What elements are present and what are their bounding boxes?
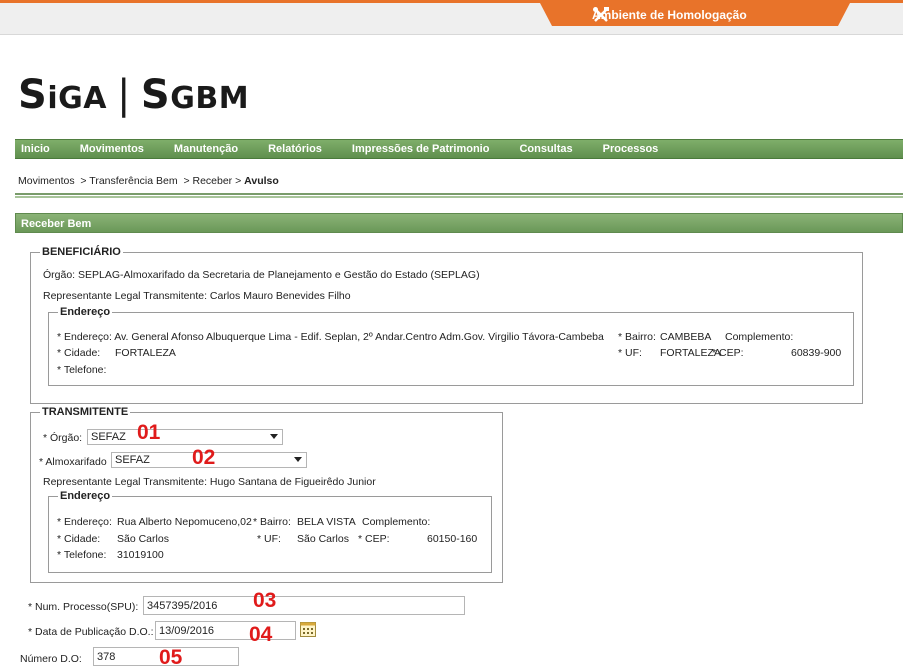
data-publicacao-label: * Data de Publicação D.O.: bbox=[28, 626, 154, 638]
transmitente-cidade-value: São Carlos bbox=[117, 533, 169, 545]
beneficiario-endereco-legend: Endereço bbox=[58, 306, 113, 318]
transmitente-orgao-label: * Órgão: bbox=[43, 432, 83, 444]
beneficiario-cep-value: 60839-900 bbox=[791, 347, 842, 359]
num-processo-input[interactable]: 3457395/2016 bbox=[143, 596, 465, 615]
beneficiario-bairro-label: * Bairro: bbox=[618, 331, 656, 343]
beneficiario-endereco-line: * Endereço: Av. General Afonso Albuquerq… bbox=[57, 331, 604, 343]
numero-do-label: Número D.O: bbox=[20, 653, 82, 665]
chevron-down-icon bbox=[294, 457, 302, 462]
data-publicacao-input[interactable]: 13/09/2016 bbox=[155, 621, 296, 640]
beneficiario-uf-label: * UF: bbox=[618, 347, 642, 359]
divider bbox=[15, 193, 903, 195]
annotation-01: 01 bbox=[137, 421, 161, 444]
annotation-04: 04 bbox=[249, 623, 273, 646]
menu-item-consultas[interactable]: Consultas bbox=[501, 143, 584, 155]
beneficiario-cep-label: * CEP: bbox=[712, 347, 744, 359]
transmitente-bairro-value: BELA VISTA bbox=[297, 516, 356, 528]
transmitente-complemento-label: Complemento: bbox=[362, 516, 431, 528]
transmitente-uf-label: * UF: bbox=[257, 533, 281, 545]
transmitente-endereco-legend: Endereço bbox=[58, 490, 113, 502]
menu-item-manutencao[interactable]: Manutenção bbox=[156, 143, 250, 155]
annotation-03: 03 bbox=[253, 589, 277, 612]
beneficiario-legend: BENEFICIÁRIO bbox=[40, 246, 123, 258]
calendar-icon[interactable] bbox=[300, 622, 316, 637]
top-strip: Ambiente de Homologação bbox=[0, 0, 903, 35]
breadcrumb: Movimentos > Transferência Bem > Receber… bbox=[18, 175, 279, 187]
beneficiario-cidade-value: FORTALEZA bbox=[115, 347, 176, 359]
transmitente-endereco-value: Rua Alberto Nepomuceno,02 bbox=[117, 516, 252, 528]
environment-label: Ambiente de Homologação bbox=[592, 8, 747, 22]
transmitente-orgao-select[interactable]: SEFAZ bbox=[87, 429, 283, 445]
transmitente-representante: Representante Legal Transmitente: Hugo S… bbox=[43, 476, 376, 488]
menu-item-processos[interactable]: Processos bbox=[585, 143, 671, 155]
beneficiario-bairro-value: CAMBEBA bbox=[660, 331, 712, 343]
transmitente-uf-value: São Carlos bbox=[297, 533, 349, 545]
beneficiario-representante: Representante Legal Transmitente: Carlos… bbox=[43, 290, 351, 302]
transmitente-cep-label: * CEP: bbox=[358, 533, 390, 545]
environment-tab: Ambiente de Homologação bbox=[540, 3, 850, 26]
panel-title: Receber Bem bbox=[15, 213, 903, 233]
breadcrumb-current: Avulso bbox=[244, 175, 279, 187]
transmitente-bairro-label: * Bairro: bbox=[253, 516, 291, 528]
beneficiario-complemento-label: Complemento: bbox=[725, 331, 794, 343]
transmitente-cep-value: 60150-160 bbox=[427, 533, 478, 545]
chevron-down-icon bbox=[270, 434, 278, 439]
menu-item-inicio[interactable]: Inicio bbox=[15, 143, 62, 155]
breadcrumb-trail[interactable]: Movimentos > Transferência Bem > Receber… bbox=[18, 175, 244, 187]
num-processo-label: * Num. Processo(SPU): bbox=[28, 601, 139, 613]
transmitente-almoxarifado-label: * Almoxarifado bbox=[39, 456, 107, 468]
transmitente-telefone-value: 31019100 bbox=[117, 549, 164, 561]
main-menu: Inicio Movimentos Manutenção Relatórios … bbox=[15, 139, 903, 159]
annotation-05: 05 bbox=[159, 646, 183, 669]
siga-sgbm-logo: SiGA | S GBM bbox=[18, 72, 250, 118]
menu-item-relatorios[interactable]: Relatórios bbox=[250, 143, 334, 155]
annotation-02: 02 bbox=[192, 446, 216, 469]
menu-item-movimentos[interactable]: Movimentos bbox=[62, 143, 156, 155]
divider bbox=[15, 196, 903, 198]
tools-icon bbox=[593, 7, 609, 22]
transmitente-cidade-label: * Cidade: bbox=[57, 533, 101, 545]
beneficiario-orgao: Órgão: SEPLAG-Almoxarifado da Secretaria… bbox=[43, 269, 480, 281]
transmitente-almoxarifado-value: SEFAZ bbox=[115, 454, 150, 466]
menu-item-impressoes[interactable]: Impressões de Patrimonio bbox=[334, 143, 502, 155]
transmitente-endereco-label: * Endereço: bbox=[57, 516, 112, 528]
transmitente-legend: TRANSMITENTE bbox=[40, 406, 131, 418]
beneficiario-cidade-label: * Cidade: bbox=[57, 347, 101, 359]
beneficiario-telefone-label: * Telefone: bbox=[57, 364, 107, 376]
transmitente-orgao-value: SEFAZ bbox=[91, 431, 126, 443]
transmitente-telefone-label: * Telefone: bbox=[57, 549, 107, 561]
